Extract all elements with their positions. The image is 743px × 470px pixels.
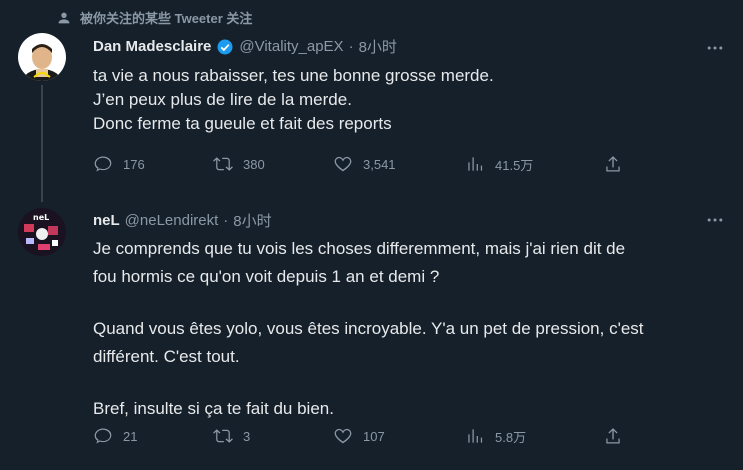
share-button[interactable] [603,154,623,174]
tweet-line: différent. C'est tout. [93,347,240,366]
reply-icon [94,428,112,444]
share-icon [606,156,620,172]
share-icon [606,428,620,444]
reply-count: 21 [123,428,138,444]
tweet-line [93,291,723,315]
reply-icon [94,156,112,172]
more-options-icon[interactable] [705,210,725,230]
analytics-icon [468,429,483,443]
verified-badge-icon [216,38,234,56]
author-name[interactable]: neL [93,212,120,229]
avatar-dan[interactable] [18,33,66,81]
tweet-line: fou hormis ce qu'on voit depuis 1 an et … [93,267,440,286]
views-count: 41.5万 [495,157,534,173]
tweet-header: neL @neLendirekt · 8小时 [93,210,272,231]
retweet-button[interactable]: 3 [213,426,250,446]
thread-line [41,85,43,195]
tweet-line: Donc ferme ta gueule et fait des reports [93,114,392,133]
author-name[interactable]: Dan Madesclaire [93,38,211,55]
like-button[interactable]: 3,541 [333,154,396,174]
timestamp[interactable]: 8小时 [359,36,397,57]
social-context: 被你关注的某些 Tweeter 关注 [58,8,252,27]
share-button[interactable] [603,426,623,446]
retweet-count: 3 [243,428,251,444]
avatar-nel[interactable]: neL [18,208,66,256]
reply-button[interactable]: 176 [93,154,145,174]
views-button[interactable]: 5.8万 [465,426,526,446]
author-handle[interactable]: @Vitality_apEX [239,38,343,55]
more-options-icon[interactable] [705,38,725,58]
tweet-line [93,371,723,395]
heart-icon [334,156,352,172]
like-button[interactable]: 107 [333,426,385,446]
author-handle[interactable]: @neLendirekt [125,212,219,229]
social-context-text[interactable]: 被你关注的某些 Tweeter 关注 [80,8,252,27]
tweet-line: J’en peux plus de lire de la merde. [93,90,352,109]
tweet-text: ta vie a nous rabaisser, tes une bonne g… [93,64,713,136]
tweet-line: ta vie a nous rabaisser, tes une bonne g… [93,66,494,85]
timestamp[interactable]: 8小时 [233,210,271,231]
person-icon [58,12,70,23]
retweet-button[interactable]: 380 [213,154,265,174]
retweet-icon [213,429,233,443]
tweet-line: Quand vous êtes yolo, vous êtes incroyab… [93,319,644,338]
retweet-icon [213,157,233,171]
separator: · [348,38,354,55]
tweet-text: Je comprends que tu vois les choses diff… [93,235,723,423]
tweet-line: Bref, insulte si ça te fait du bien. [93,399,334,418]
like-count: 3,541 [363,156,396,172]
heart-icon [334,428,352,444]
tweet-actions: 176 380 3,541 41.5万 [93,154,653,178]
views-button[interactable]: 41.5万 [465,154,533,174]
reply-button[interactable]: 21 [93,426,137,446]
like-count: 107 [363,428,385,444]
retweet-count: 380 [243,156,265,172]
tweet-line: Je comprends que tu vois les choses diff… [93,239,626,258]
thread-line-top [41,188,43,202]
tweet-header: Dan Madesclaire @Vitality_apEX · 8小时 [93,36,397,57]
separator: · [223,212,229,229]
analytics-icon [468,157,483,171]
views-count: 5.8万 [495,429,527,445]
reply-count: 176 [123,156,145,172]
tweet-actions: 21 3 107 5.8万 [93,426,653,450]
avatar-label: neL [33,213,49,222]
